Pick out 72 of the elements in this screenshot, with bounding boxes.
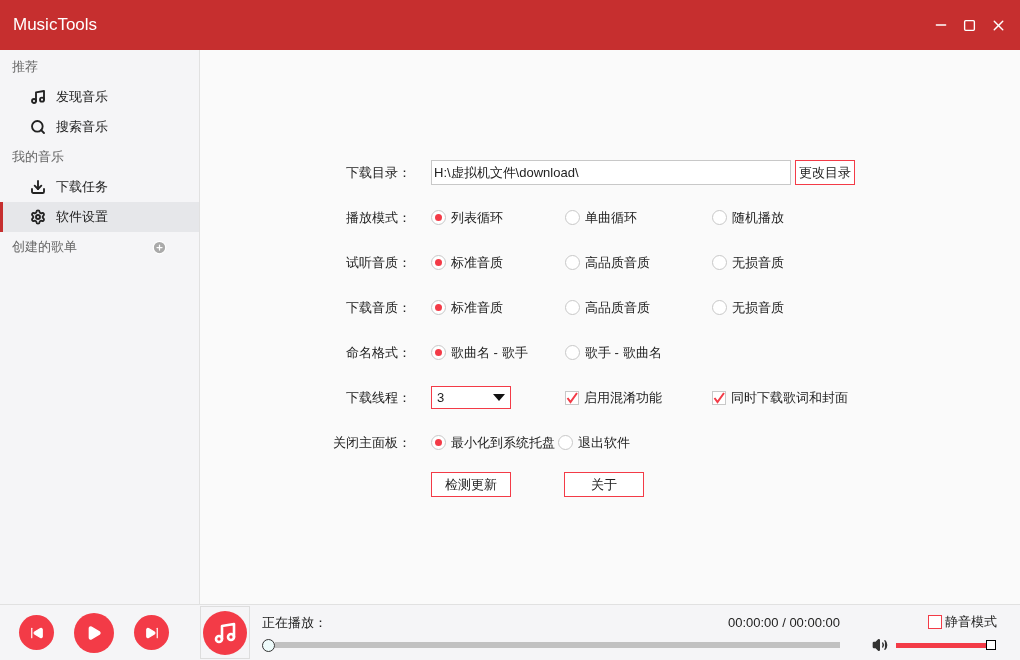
progress-track[interactable] [275,642,840,649]
radio-label: 单曲循环 [585,208,637,227]
radio-button[interactable] [565,255,580,270]
sidebar-item[interactable]: 下载任务 [0,172,199,202]
radio-label: 最小化到系统托盘 [451,433,555,452]
volume-thumb[interactable] [986,640,996,651]
check-update-button[interactable]: 检测更新 [431,472,511,497]
radio-button[interactable] [712,300,727,315]
radio-button[interactable] [431,435,446,450]
progress-thumb[interactable] [262,638,275,652]
radio-button[interactable] [558,435,573,450]
about-button[interactable]: 关于 [564,472,644,497]
radio-label: 无损音质 [732,298,784,317]
radio-button[interactable] [565,210,580,225]
radio-label: 歌曲名 - 歌手 [451,343,528,362]
download-icon [30,179,46,195]
radio-button[interactable] [431,255,446,270]
directory-field[interactable]: H:\虚拟机文件\download\ [431,160,791,185]
dropdown-caret-icon [493,394,505,401]
radio-label: 高品质音质 [585,253,650,272]
radio-label: 无损音质 [732,253,784,272]
radio-label: 歌手 - 歌曲名 [585,343,662,362]
maximize-icon[interactable] [963,18,976,32]
search-icon [30,119,46,135]
sidebar-item[interactable]: 发现音乐 [0,82,199,112]
sidebar-heading: 我的音乐 [12,148,65,167]
setting-label: 试听音质： [345,253,412,272]
radio-button[interactable] [565,345,580,360]
play-icon [86,624,102,641]
music-note-icon [30,89,46,105]
radio-label: 列表循环 [451,208,503,227]
time-display: 00:00:00 / 00:00:00 [727,614,840,633]
mute-label: 静音模式 [945,612,997,631]
setting-label: 下载音质： [345,298,412,317]
window-title: MusicTools [13,14,99,37]
thread-dropdown[interactable]: 3 [431,386,511,409]
previous-button[interactable] [19,615,54,650]
sidebar-item[interactable]: 软件设置 [0,202,199,232]
setting-label: 下载目录： [345,163,412,182]
music-note-icon [213,620,237,645]
radio-label: 高品质音质 [585,298,650,317]
radio-button[interactable] [712,210,727,225]
checkbox[interactable] [712,390,726,405]
radio-button[interactable] [431,345,446,360]
radio-button[interactable] [712,255,727,270]
now-playing-label: 正在播放： [262,614,328,633]
setting-label: 命名格式： [345,343,412,362]
previous-icon [29,625,44,640]
add-icon[interactable] [152,239,167,255]
sidebar-heading: 创建的歌单 [12,238,78,257]
change-directory-button[interactable]: 更改目录 [795,160,855,185]
setting-label: 关闭主面板： [332,433,412,452]
setting-label: 播放模式： [345,208,412,227]
radio-label: 标准音质 [451,253,503,272]
play-button[interactable] [74,612,114,653]
checkbox-label: 同时下载歌词和封面 [731,388,848,407]
sidebar-heading: 推荐 [12,58,39,77]
radio-label: 随机播放 [732,208,784,227]
radio-label: 退出软件 [578,433,630,452]
checkbox[interactable] [565,390,579,405]
radio-button[interactable] [431,210,446,225]
radio-label: 标准音质 [451,298,503,317]
checkbox[interactable] [928,614,942,629]
sidebar-item[interactable]: 搜索音乐 [0,112,199,142]
radio-button[interactable] [565,300,580,315]
next-button[interactable] [134,615,169,650]
setting-label: 下载线程： [345,388,412,407]
settings-icon [30,209,46,225]
next-icon [144,625,159,640]
radio-button[interactable] [431,300,446,315]
checkbox-label: 启用混淆功能 [584,388,662,407]
volume-icon[interactable] [872,637,888,654]
